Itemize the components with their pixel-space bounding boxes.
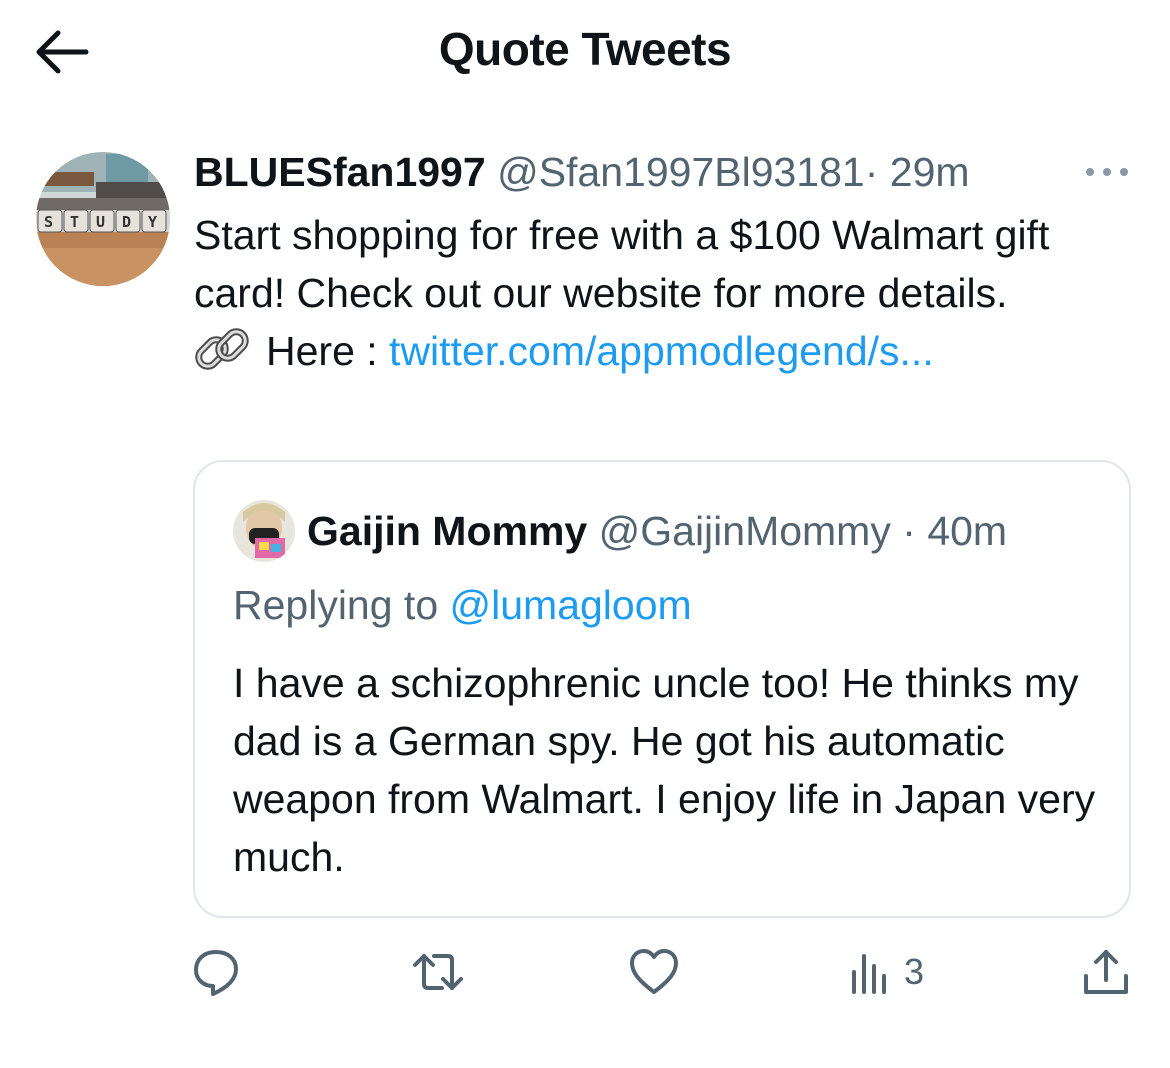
svg-text:S: S (44, 213, 53, 231)
reply-mention-link[interactable]: @lumagloom (450, 582, 692, 628)
quoted-avatar[interactable] (233, 500, 295, 562)
retweet-button[interactable] (410, 940, 466, 1004)
replying-to-label: Replying to (233, 582, 450, 628)
retweet-icon (413, 954, 463, 990)
more-dots-icon (1086, 168, 1128, 176)
quoted-header: Gaijin Mommy @GaijinMommy · 40m (307, 506, 1007, 556)
reply-button[interactable] (188, 940, 244, 1004)
avatar-image: STUDY (36, 152, 170, 286)
share-button[interactable] (1078, 940, 1134, 1004)
quoted-user-handle[interactable]: @GaijinMommy (599, 508, 891, 554)
quoted-tweet-card[interactable]: Gaijin Mommy @GaijinMommy · 40m Replying… (193, 460, 1131, 918)
separator-dot: · (864, 149, 879, 195)
quoted-display-name[interactable]: Gaijin Mommy (307, 508, 587, 554)
tweet-body: Start shopping for free with a $100 Walm… (194, 206, 1134, 380)
like-button[interactable] (626, 940, 682, 1004)
replying-to: Replying to @lumagloom (233, 580, 692, 630)
svg-text:T: T (70, 213, 79, 231)
tweet-link[interactable]: twitter.com/appmodlegend/s... (389, 322, 934, 380)
quoted-tweet-text: I have a schizophrenic uncle too! He thi… (233, 660, 1096, 880)
svg-text:U: U (96, 213, 105, 231)
link-icon (194, 326, 252, 376)
page-title: Quote Tweets (438, 23, 732, 75)
tweet-actions: 3 (0, 940, 1170, 1010)
views-icon (852, 954, 886, 994)
display-name[interactable]: BLUESfan1997 (194, 149, 486, 195)
svg-text:D: D (122, 213, 131, 231)
views-count: 3 (904, 951, 925, 992)
more-options-button[interactable] (1082, 160, 1132, 184)
quoted-tweet-time: 40m (927, 508, 1008, 554)
share-icon (1084, 950, 1128, 994)
user-handle[interactable]: @Sfan1997Bl93181 (497, 149, 865, 195)
tweet-header: BLUESfan1997 @Sfan1997Bl93181· 29m (194, 148, 970, 196)
link-line: Here : twitter.com/appmodlegend/s... (194, 322, 1134, 380)
svg-text:Y: Y (148, 213, 157, 231)
like-icon (630, 949, 678, 994)
reply-icon (194, 950, 238, 996)
quoted-separator-dot: · (902, 508, 916, 554)
avatar[interactable]: STUDY (36, 152, 170, 286)
top-bar: Quote Tweets (0, 0, 1170, 100)
tweet-text: Start shopping for free with a $100 Walm… (194, 212, 1050, 316)
link-prefix: Here : (266, 328, 390, 374)
tweet-time[interactable]: 29m (890, 149, 970, 195)
views-button[interactable]: 3 (848, 940, 924, 1004)
